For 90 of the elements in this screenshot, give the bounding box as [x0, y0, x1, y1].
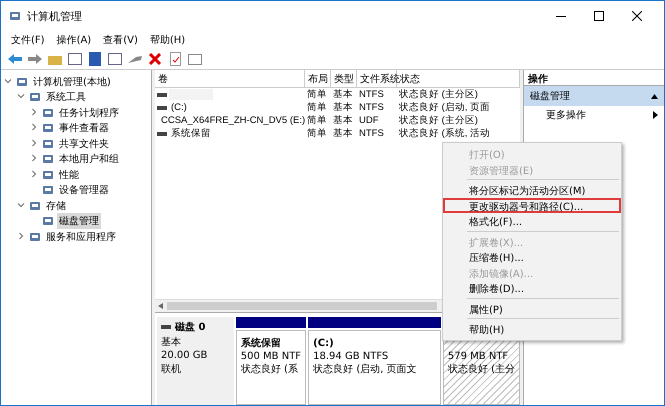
tree-item[interactable]: 计算机管理(本地) [31, 74, 113, 90]
properties-icon[interactable] [187, 51, 203, 67]
tree-item[interactable]: 性能 [57, 166, 81, 183]
tree-node-icon [16, 76, 28, 88]
redacted-name [169, 89, 213, 100]
action-label: 更多操作 [546, 109, 586, 122]
document-check-icon[interactable] [167, 51, 183, 67]
table-cell-text: NTFS [358, 102, 385, 113]
actions-section[interactable]: 磁盘管理 [524, 86, 664, 106]
table-cell-text: NTFS [358, 128, 385, 139]
tree-item[interactable]: 本地用户和组 [57, 151, 121, 168]
disk-name: 磁盘 0 [175, 320, 206, 334]
collapse-icon[interactable] [651, 94, 658, 98]
column-header[interactable]: 类型 [331, 70, 357, 88]
partition-name: 系统保留 [240, 337, 282, 350]
partition-status: 状态良好 (启动, 页面文 [313, 363, 418, 376]
partition-size: 18.94 GB NTFS [313, 350, 390, 363]
context-menu-item[interactable]: 将分区标记为活动分区(M) [443, 182, 621, 198]
tree-node-icon [42, 122, 54, 134]
forward-button[interactable] [27, 51, 43, 67]
context-menu-item[interactable]: 格式化(F)... [443, 213, 621, 228]
tree-item[interactable]: 共享文件夹 [57, 136, 111, 152]
app-icon [9, 10, 21, 22]
tree-item[interactable]: 系统工具 [44, 89, 88, 106]
pane-icon[interactable] [107, 51, 123, 67]
context-menu-item[interactable]: 属性(P) [443, 300, 621, 316]
table-cell-text: 简单 [306, 114, 328, 127]
tree-item[interactable]: 事件查看器 [57, 120, 111, 136]
partition-size: 500 MB NTF [240, 350, 302, 363]
menu-item[interactable]: 帮助(H) [146, 33, 190, 47]
context-menu-item[interactable]: 更改驱动器号和路径(C)... [443, 198, 621, 213]
volume-name: CCSA_X64FRE_ZH-CN_DV5 (E:) [160, 115, 306, 126]
disk-type: 基本 [161, 336, 182, 349]
section-title: 磁盘管理 [530, 90, 570, 103]
table-cell-text: 基本 [332, 114, 354, 127]
menu-item[interactable]: 操作(A) [52, 33, 96, 47]
partition-size: 579 MB NTF [448, 350, 510, 363]
delete-icon[interactable] [147, 51, 163, 67]
menu-item[interactable]: 查看(V) [99, 33, 142, 47]
partition-bar [236, 317, 306, 328]
tree-node-icon [42, 138, 54, 150]
table-cell-text: 简单 [306, 127, 328, 140]
chevron-icon[interactable] [17, 232, 25, 240]
table-cell-text: 简单 [306, 101, 328, 114]
tree-item[interactable]: 任务计划程序 [57, 104, 121, 121]
tree-node-icon [42, 106, 54, 119]
volume-name: (C:) [170, 102, 188, 113]
tree-node-icon [42, 153, 54, 166]
partition-block[interactable]: (C:) 18.94 GB NTFS 状态良好 (启动, 页面文 [308, 330, 441, 405]
volume-name: 系统保留 [170, 127, 212, 140]
table-cell-text: NTFS [358, 89, 385, 100]
table-cell-text: 状态良好 (主分区) [398, 114, 479, 127]
partition-block[interactable]: 系统保留 500 MB NTF 状态良好 (系 [236, 330, 306, 405]
table-cell-text: 基本 [332, 101, 354, 114]
chevron-icon[interactable] [17, 200, 25, 209]
tree-node-icon [42, 168, 54, 181]
tree-item[interactable]: 磁盘管理 [57, 213, 101, 230]
column-header[interactable]: 卷 [155, 70, 305, 88]
action-item[interactable]: 更多操作 [524, 106, 664, 124]
table-cell-text: 基本 [332, 127, 354, 140]
table-cell-text: 状态良好 (主分区) [398, 88, 479, 101]
table-cell-text: 状态良好 (启动, 页面 [398, 101, 492, 114]
tree-node-icon [42, 215, 54, 228]
scroll-left-icon[interactable] [158, 303, 163, 309]
tree-node-icon [42, 184, 54, 196]
close-icon [632, 11, 642, 21]
context-menu-item[interactable]: 压缩卷(H)... [443, 249, 621, 264]
tree-item[interactable]: 服务和应用程序 [44, 228, 118, 245]
back-button[interactable] [7, 51, 23, 67]
maximize-icon [594, 11, 604, 21]
partition-status: 状态良好 (主分 [448, 363, 515, 376]
pane-icon[interactable] [67, 51, 83, 67]
tree-node-icon [29, 230, 41, 243]
table-cell-text: UDF [358, 115, 380, 126]
submenu-arrow-icon [653, 111, 658, 119]
partition-name: (C:) [313, 337, 335, 350]
disk-state: 联机 [161, 362, 182, 376]
tree-node-icon [29, 91, 41, 104]
context-menu-item[interactable]: 删除卷(D)... [443, 280, 621, 296]
partition-status: 状态良好 (系 [240, 363, 299, 376]
tree-item[interactable]: 设备管理器 [57, 182, 111, 198]
disk-size: 20.00 GB [161, 350, 208, 361]
tree-node-icon [29, 200, 41, 212]
column-header[interactable]: 布局 [305, 70, 331, 88]
window-title: 计算机管理 [27, 8, 83, 24]
table-cell-text: 简单 [306, 88, 328, 101]
table-cell-text: 基本 [332, 88, 354, 101]
table-cell-text: 状态良好 (系统, 活动 [398, 127, 492, 140]
menu-item[interactable]: 文件(F) [7, 33, 49, 47]
tree-item[interactable]: 存储 [44, 198, 68, 214]
